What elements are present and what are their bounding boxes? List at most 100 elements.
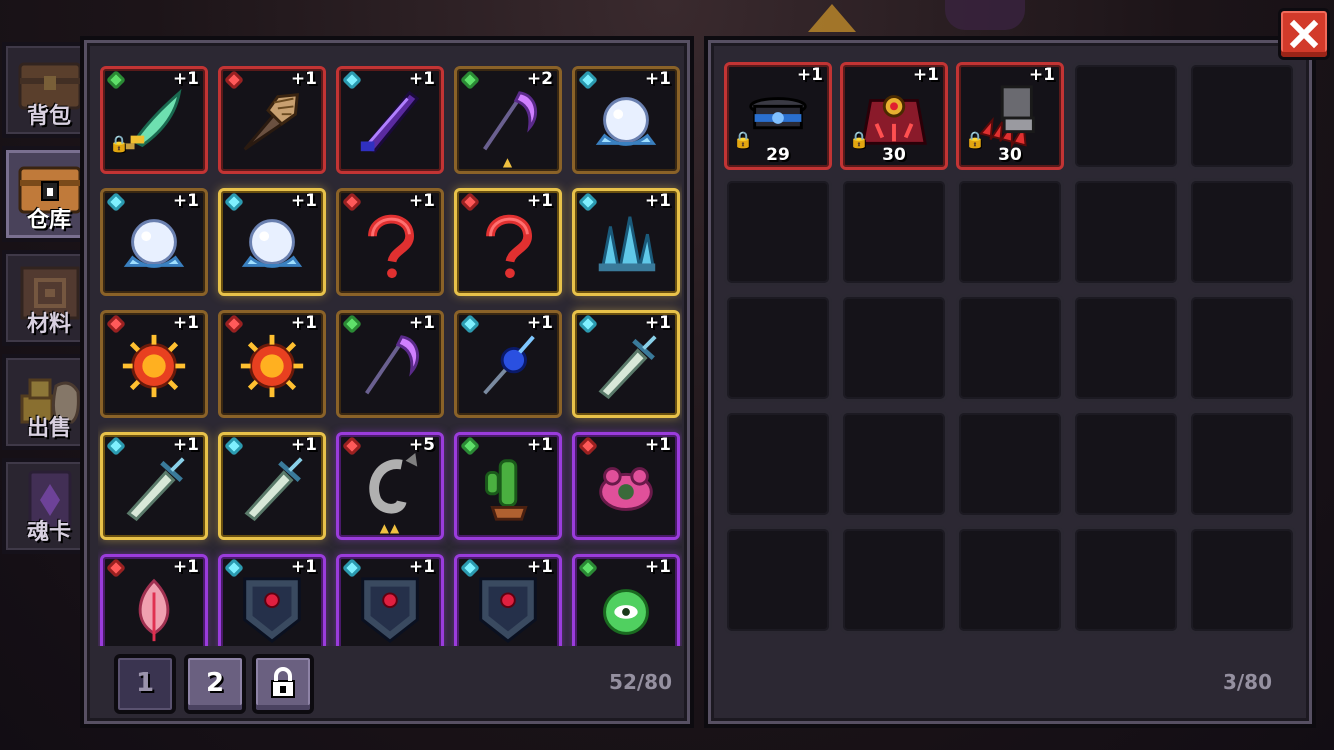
empty-slot[interactable] (956, 178, 1064, 286)
enhance-level: +1 (172, 191, 199, 211)
frost-orb-icon (241, 219, 303, 268)
empty-slot[interactable] (1188, 294, 1296, 402)
background-decoration (808, 4, 856, 32)
warehouse-item-slot[interactable]: +1 🔒 (100, 66, 208, 174)
question-hook-icon (486, 214, 532, 279)
warehouse-item-slot[interactable]: +5 ▲▲ (336, 432, 444, 540)
warehouse-item-slot[interactable]: +1 (218, 66, 326, 174)
empty-slot[interactable] (956, 294, 1064, 402)
backpack-item-slot[interactable]: +1 🔒 29 (724, 62, 832, 170)
warehouse-item-slot[interactable]: +1 (218, 310, 326, 418)
warehouse-item-slot[interactable]: +1 (572, 310, 680, 418)
enhance-level: +1 (796, 65, 823, 85)
void-blade-icon (360, 90, 420, 153)
background-character (945, 0, 1025, 30)
empty-slot[interactable] (724, 178, 832, 286)
ruby-shield-icon (243, 577, 301, 644)
warehouse-item-slot[interactable]: +1 (336, 66, 444, 174)
warehouse-item-slot[interactable]: +1 (454, 432, 562, 540)
empty-slot[interactable] (956, 526, 1064, 634)
tab-soul-card[interactable]: 魂卡 (2, 458, 92, 554)
enhance-level: +1 (408, 313, 435, 333)
lock-icon: 🔒 (109, 134, 129, 153)
warehouse-item-slot[interactable]: +1 (454, 310, 562, 418)
ruby-shield-icon (361, 577, 419, 644)
empty-slot[interactable] (724, 526, 832, 634)
warehouse-item-slot[interactable]: +2 ▲ (454, 66, 562, 174)
tab-warehouse[interactable]: 仓库 (2, 146, 92, 242)
warehouse-item-slot[interactable]: +1 (336, 554, 444, 646)
star-rank: ▲ (502, 155, 514, 169)
enhance-level: +1 (644, 313, 671, 333)
warehouse-item-slot[interactable]: +1 (572, 188, 680, 296)
empty-slot[interactable] (840, 294, 948, 402)
warehouse-item-slot[interactable]: +1 (336, 188, 444, 296)
empty-slot[interactable] (1188, 178, 1296, 286)
warehouse-item-slot[interactable]: +1 (100, 188, 208, 296)
warehouse-item-slot[interactable]: +1 (100, 554, 208, 646)
empty-slot[interactable] (956, 410, 1064, 518)
warehouse-item-slot[interactable]: +1 (572, 432, 680, 540)
warehouse-item-slot[interactable]: +1 (572, 554, 680, 646)
pink-feather-icon (138, 578, 170, 642)
empty-slot[interactable] (724, 294, 832, 402)
warehouse-item-slot[interactable]: +1 (454, 554, 562, 646)
question-hook-icon (368, 214, 414, 279)
empty-slot[interactable] (1072, 178, 1180, 286)
warehouse-item-slot[interactable]: +1 (336, 310, 444, 418)
unlock-page-button[interactable] (252, 654, 314, 714)
empty-slot[interactable] (840, 410, 948, 518)
frost-orb-icon (123, 219, 185, 268)
tab-sell[interactable]: 出售 (2, 354, 92, 450)
warehouse-item-slot[interactable]: +1 (100, 310, 208, 418)
scythe-icon (483, 91, 538, 151)
pink-flower-icon (599, 467, 653, 511)
enhance-level: +1 (644, 69, 671, 89)
empty-slot[interactable] (840, 526, 948, 634)
backpack-item-slot[interactable]: +1 🔒 30 (956, 62, 1064, 170)
backpack-grid: +1 🔒 29 +1 🔒 30 +1 🔒 30 (722, 60, 1306, 640)
empty-slot[interactable] (724, 410, 832, 518)
page-1-button[interactable]: 1 (114, 654, 176, 714)
enhance-level: +1 (526, 191, 553, 211)
enhance-level: +1 (1028, 65, 1055, 85)
backpack-item-slot[interactable]: +1 🔒 30 (840, 62, 948, 170)
enhance-level: +1 (290, 69, 317, 89)
warehouse-panel: +1 🔒 +1 +1 +2 ▲ +1 +1 +1 +1 +1 +1 +1 +1 +1 +1 +1 +1 +1 +5 ▲▲… (80, 36, 694, 728)
short-sword-icon (244, 457, 303, 522)
warehouse-item-slot[interactable]: +1 (218, 188, 326, 296)
short-sword-icon (598, 335, 657, 400)
empty-slot[interactable] (1188, 410, 1296, 518)
close-button[interactable] (1278, 8, 1330, 60)
enhance-level: +2 (526, 69, 553, 89)
sun-gear-icon (240, 334, 304, 398)
drill-lance-icon (243, 93, 299, 151)
enhance-level: +1 (408, 69, 435, 89)
frost-orb-icon (595, 97, 657, 146)
empty-slot[interactable] (840, 178, 948, 286)
empty-slot[interactable] (1072, 294, 1180, 402)
short-sword-icon (126, 457, 185, 522)
enhance-level: +1 (290, 435, 317, 455)
enhance-level: +1 (526, 435, 553, 455)
empty-slot[interactable] (1072, 526, 1180, 634)
enhance-level: +1 (290, 191, 317, 211)
warehouse-item-slot[interactable]: +1 (218, 432, 326, 540)
enhance-level: +1 (290, 313, 317, 333)
empty-slot[interactable] (1072, 62, 1180, 170)
empty-slot[interactable] (1188, 526, 1296, 634)
enhance-level: +1 (172, 313, 199, 333)
warehouse-item-slot[interactable]: +1 (100, 432, 208, 540)
warehouse-item-slot[interactable]: +1 (572, 66, 680, 174)
warehouse-item-slot[interactable]: +1 (454, 188, 562, 296)
ice-crystal-icon (598, 216, 656, 272)
warehouse-item-slot[interactable]: +1 (218, 554, 326, 646)
enhance-level: +1 (526, 557, 553, 577)
page-2-button[interactable]: 2 (184, 654, 246, 714)
ruby-shield-icon (479, 577, 537, 644)
empty-slot[interactable] (1072, 410, 1180, 518)
item-level: 30 (998, 145, 1022, 165)
tab-materials[interactable]: 材料 (2, 250, 92, 346)
empty-slot[interactable] (1188, 62, 1296, 170)
tab-backpack[interactable]: 背包 (2, 42, 92, 138)
